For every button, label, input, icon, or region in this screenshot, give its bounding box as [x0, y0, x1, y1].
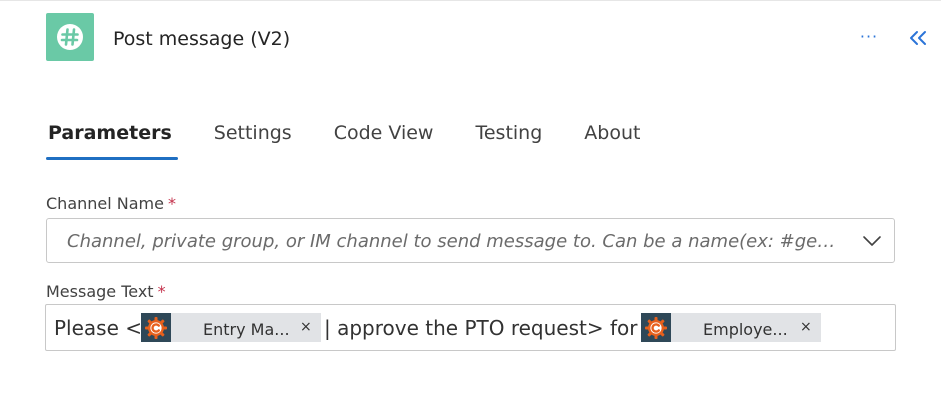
channel-name-label: Channel Name * — [46, 194, 176, 213]
channel-name-label-text: Channel Name — [46, 194, 164, 213]
tab-testing[interactable]: Testing — [473, 118, 544, 162]
action-header: Post message (V2) ··· — [0, 0, 941, 78]
tab-parameters[interactable]: Parameters — [46, 118, 178, 162]
slack-hash-icon — [46, 13, 94, 61]
required-marker: * — [157, 282, 166, 301]
token-label: Entry Ma... — [203, 320, 290, 339]
tab-code-view[interactable]: Code View — [332, 118, 436, 162]
message-text-input[interactable]: Please < Entry Ma... × | approve the PTO… — [45, 304, 896, 351]
remove-token-icon[interactable]: × — [300, 319, 312, 335]
tab-about[interactable]: About — [582, 118, 642, 162]
collapse-panel-button[interactable] — [906, 26, 932, 50]
message-text-label-text: Message Text — [46, 282, 154, 301]
message-text-segment: Please < — [54, 316, 143, 340]
remove-token-icon[interactable]: × — [800, 319, 812, 335]
channel-name-placeholder: Channel, private group, or IM channel to… — [67, 231, 842, 252]
connector-c-icon — [641, 313, 671, 342]
message-text-segment: | approve the PTO request> for — [324, 316, 638, 340]
dynamic-content-token[interactable]: Employe... × — [641, 313, 821, 342]
tab-bar: Parameters Settings Code View Testing Ab… — [46, 118, 680, 162]
message-text-label: Message Text * — [46, 282, 166, 301]
connector-c-icon — [141, 313, 171, 342]
channel-name-dropdown[interactable]: Channel, private group, or IM channel to… — [46, 218, 895, 263]
required-marker: * — [167, 194, 176, 213]
token-label: Employe... — [703, 320, 788, 339]
double-chevron-left-icon — [910, 31, 926, 45]
tab-settings[interactable]: Settings — [212, 118, 294, 162]
chevron-down-icon — [863, 236, 881, 246]
action-title: Post message (V2) — [113, 28, 291, 50]
more-options-button[interactable]: ··· — [856, 24, 882, 50]
dynamic-content-token[interactable]: Entry Ma... × — [141, 313, 321, 342]
